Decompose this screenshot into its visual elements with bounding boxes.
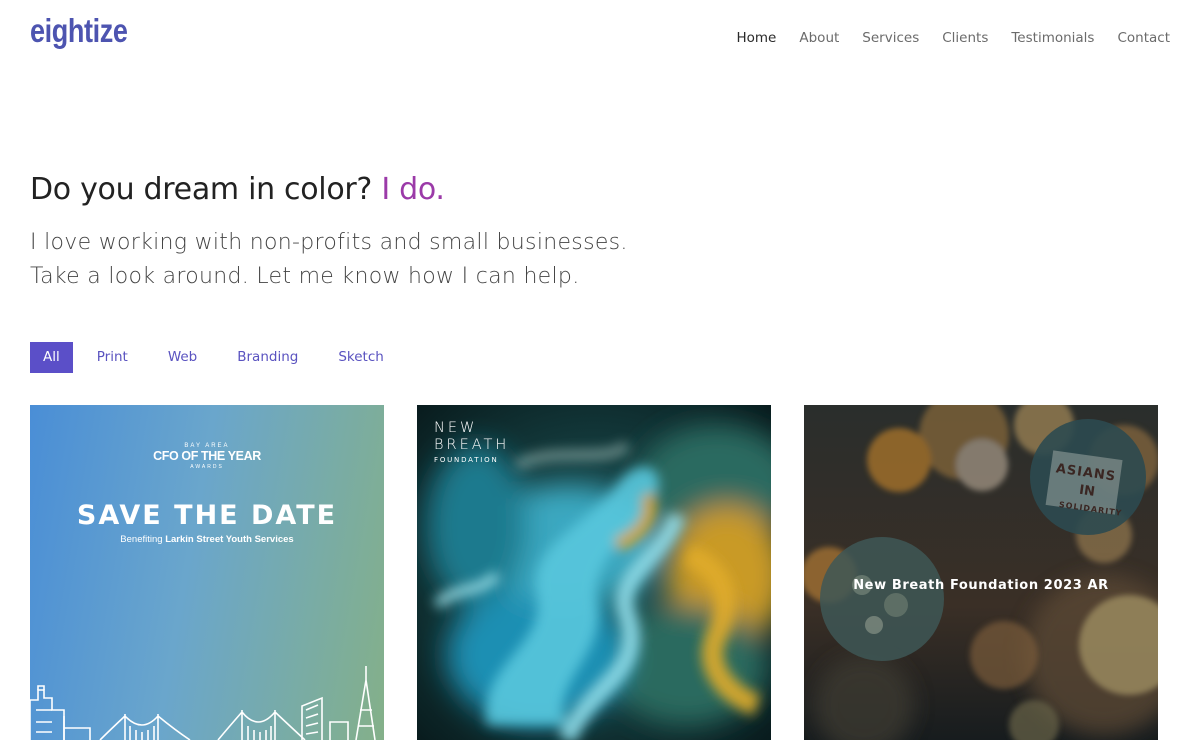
card1-benefit-prefix: Benefiting xyxy=(120,534,163,545)
site-logo[interactable]: eightize xyxy=(30,12,128,50)
card1-title: SAVE THE DATE xyxy=(76,500,338,531)
bokeh-artwork: ASIANS IN SOLIDARITY xyxy=(804,405,1158,740)
filter-all[interactable]: All xyxy=(30,342,73,373)
nav-about[interactable]: About xyxy=(799,30,839,46)
hero-subtitle: I love working with non-profits and smal… xyxy=(30,226,628,294)
new-breath-logo-line2: BREATH xyxy=(434,437,510,453)
nav-contact[interactable]: Contact xyxy=(1117,30,1170,46)
portfolio-filters: All Print Web Branding Sketch xyxy=(30,342,411,373)
hero-subtitle-line2: Take a look around. Let me know how I ca… xyxy=(30,264,580,289)
new-breath-logo-line3: FOUNDATION xyxy=(434,456,499,464)
nav-testimonials[interactable]: Testimonials xyxy=(1011,30,1094,46)
card1-award-sub: AWARDS xyxy=(190,464,224,470)
hero-headline: Do you dream in color? I do. xyxy=(30,172,445,207)
skyline-illustration xyxy=(30,666,376,740)
hero-headline-accent: I do. xyxy=(381,172,445,207)
main-nav: Home About Services Clients Testimonials… xyxy=(714,30,1171,46)
portfolio-card-annual-report[interactable]: ASIANS IN SOLIDARITY New Breath Foundati… xyxy=(804,405,1158,740)
filter-print[interactable]: Print xyxy=(84,342,141,373)
filter-sketch[interactable]: Sketch xyxy=(325,342,396,373)
new-breath-logo: NEW BREATH FOUNDATION xyxy=(434,420,509,464)
nav-home[interactable]: Home xyxy=(737,30,777,46)
nav-services[interactable]: Services xyxy=(862,30,919,46)
hero-subtitle-line1: I love working with non-profits and smal… xyxy=(30,230,628,255)
filter-web[interactable]: Web xyxy=(155,342,210,373)
card1-benefit-org: Larkin Street Youth Services xyxy=(165,534,294,545)
nav-clients[interactable]: Clients xyxy=(942,30,988,46)
filter-branding[interactable]: Branding xyxy=(224,342,311,373)
card3-caption: New Breath Foundation 2023 AR xyxy=(853,578,1109,593)
card1-award: CFO OF THE YEAR xyxy=(153,449,261,463)
card1-benefit: Benefiting Larkin Street Youth Services xyxy=(30,534,384,545)
portfolio-card-save-the-date[interactable]: BAY AREA CFO OF THE YEAR AWARDS SAVE THE… xyxy=(30,405,384,740)
new-breath-logo-line1: NEW xyxy=(434,420,478,436)
hero-headline-text: Do you dream in color? xyxy=(30,172,373,207)
portfolio-card-new-breath[interactable]: NEW BREATH FOUNDATION xyxy=(417,405,771,740)
sign-text-line2: IN xyxy=(1078,483,1096,500)
